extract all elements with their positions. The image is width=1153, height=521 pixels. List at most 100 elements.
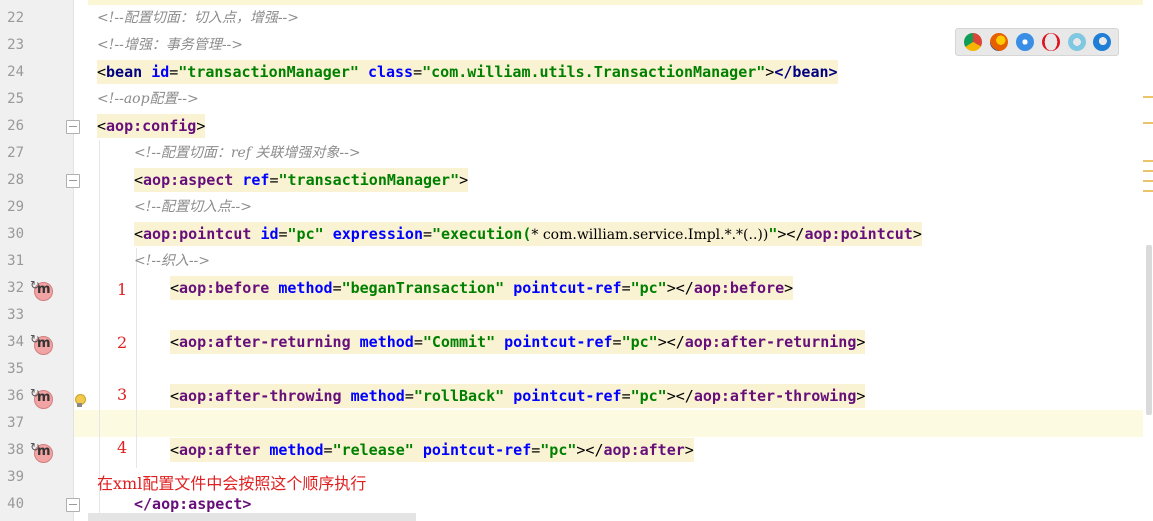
method-navigation-icon[interactable]: m ↻ (30, 278, 53, 301)
attr-value: "pc" (630, 279, 667, 297)
sequence-number: 1 (117, 280, 128, 299)
code-line-advice: <aop:before method="beganTransaction" po… (170, 275, 794, 302)
line-number: 33 (7, 307, 24, 323)
attr-value: "pc" (630, 387, 667, 405)
fold-toggle-icon[interactable] (66, 120, 80, 134)
sequence-number: 4 (117, 438, 128, 457)
code-comment: <!--织入--> (134, 253, 211, 269)
sequence-number: 3 (117, 385, 128, 404)
safari-icon[interactable] (1016, 33, 1034, 51)
tag-name: aop:config (106, 117, 197, 135)
line-number: 30 (7, 226, 24, 242)
code-comment: <!--配置切面：切入点，增强--> (97, 10, 300, 26)
line-number: 28 (7, 172, 24, 188)
indent-guide (136, 248, 137, 468)
closing-tag: aop:after (603, 441, 685, 459)
chrome-icon[interactable] (964, 33, 982, 51)
scroll-marker (1143, 96, 1153, 98)
firefox-icon[interactable] (990, 33, 1008, 51)
tag-name: aop:after (179, 441, 261, 459)
code-line-aspect: <aop:aspect ref="transactionManager"> (134, 167, 469, 194)
attr-value: "pc" (287, 225, 324, 243)
indent-guide (99, 140, 100, 521)
line-number: 23 (7, 37, 24, 53)
attr-value: "com.william.utils.TransactionManager" (422, 63, 766, 81)
attr-name: expression (332, 225, 423, 243)
attr-name: pointcut-ref (422, 441, 532, 459)
line-number: 25 (7, 91, 24, 107)
scroll-marker (1143, 190, 1153, 192)
scroll-marker (1143, 160, 1153, 162)
horizontal-scrollbar-thumb[interactable] (88, 513, 416, 521)
attr-value: "rollBack" (413, 387, 505, 405)
scrollbar-thumb[interactable] (1146, 245, 1152, 415)
code-line-advice: <aop:after method="release" pointcut-ref… (170, 437, 694, 464)
code-comment: <!--aop配置--> (97, 91, 199, 107)
tag-name: aop:after-returning (179, 333, 351, 351)
line-number: 27 (7, 145, 24, 161)
closing-tag: aop:pointcut (804, 225, 913, 243)
sequence-number: 2 (117, 333, 128, 352)
attr-name: id (151, 63, 170, 81)
attr-name: method (350, 387, 405, 405)
closing-tag: aop:before (693, 279, 785, 297)
line-number: 32 (7, 280, 24, 296)
method-navigation-icon[interactable]: m ↻ (30, 386, 53, 409)
attr-name: pointcut-ref (504, 333, 613, 351)
ie-icon[interactable] (1068, 33, 1086, 51)
line-number: 36 (7, 388, 24, 404)
code-line-advice: <aop:after-returning method="Commit" poi… (170, 329, 866, 356)
fold-toggle-icon[interactable] (66, 174, 80, 188)
method-navigation-icon[interactable]: m ↻ (30, 440, 53, 463)
attr-name: ref (242, 171, 270, 189)
line-number: 29 (7, 199, 24, 215)
fold-strip (74, 0, 88, 521)
line-number: 26 (7, 118, 24, 134)
attr-value: "transactionManager" (178, 63, 359, 81)
fold-toggle-icon[interactable] (66, 498, 80, 512)
attr-value: "pc" (621, 333, 658, 351)
attr-value: "release" (332, 441, 414, 459)
line-number: 35 (7, 361, 24, 377)
attr-value: "execution( (432, 225, 532, 243)
tag-name: aop:after-throwing (179, 387, 342, 405)
line-number: 37 (7, 415, 24, 431)
code-line-aop-config: <aop:config> (97, 113, 206, 140)
line-number: 39 (7, 469, 24, 485)
scroll-marker (1143, 180, 1153, 182)
attr-name: method (269, 441, 324, 459)
attr-name: id (260, 225, 279, 243)
line-number: 31 (7, 253, 24, 269)
attr-name: pointcut-ref (513, 279, 622, 297)
caret-line-highlight (74, 410, 1150, 437)
opera-icon[interactable] (1042, 33, 1060, 51)
line-number: 24 (7, 64, 24, 80)
line-number: 22 (7, 10, 24, 26)
closing-tag: </aop:aspect> (134, 495, 252, 513)
attr-value: "Commit" (422, 333, 496, 351)
closing-tag: aop:after-throwing (693, 387, 857, 405)
tag-name: bean (106, 63, 143, 81)
attr-value: "pc" (540, 441, 577, 459)
tag-name: aop:pointcut (143, 225, 252, 243)
attr-name: method (278, 279, 333, 297)
scroll-marker (1143, 122, 1153, 124)
code-line-pointcut: <aop:pointcut id="pc" expression="execut… (134, 221, 922, 248)
edge-icon[interactable] (1093, 33, 1111, 51)
line-number: 40 (7, 496, 24, 512)
tag-name: aop:before (179, 279, 270, 297)
method-navigation-icon[interactable]: m ↻ (30, 332, 53, 355)
code-comment: <!--增强：事务管理--> (97, 37, 244, 53)
tag-name: aop:aspect (143, 171, 234, 189)
attr-value: "transactionManager" (278, 171, 460, 189)
pointcut-expression: * com.william.service.Impl.*.*(..)) (531, 227, 769, 243)
code-line-advice: <aop:after-throwing method="rollBack" po… (170, 383, 866, 410)
scroll-marker (1143, 170, 1153, 172)
code-comment: <!--配置切入点--> (134, 199, 253, 215)
lightbulb-icon[interactable] (74, 394, 86, 408)
attr-name: method (359, 333, 414, 351)
attr-name: pointcut-ref (513, 387, 622, 405)
closing-tag: </bean> (774, 63, 838, 81)
browser-preview-bar (955, 28, 1119, 56)
attr-name: class (367, 63, 414, 81)
